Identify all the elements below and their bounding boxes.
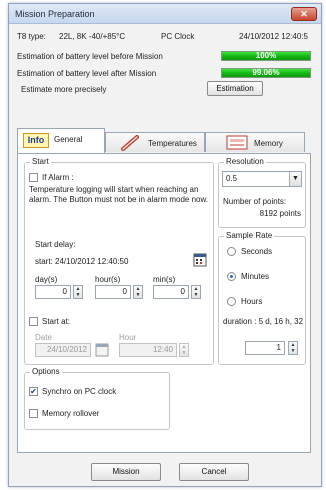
tab-temperatures[interactable]: Temperatures [105, 132, 205, 152]
date-label: Date [35, 333, 52, 342]
start-datetime: start: 24/10/2012 12:40:50 [35, 257, 129, 266]
radio-hours[interactable] [227, 297, 236, 306]
synchro-label: Synchro on PC clock [42, 387, 117, 396]
rollover-label: Memory rollover [42, 409, 100, 418]
mission-preparation-window: Mission Preparation ✕ T8 type: 22L, 8K -… [8, 3, 322, 487]
chevron-down-icon[interactable]: ▼ [289, 172, 301, 186]
battery-after-gauge: 99.06% [221, 68, 311, 78]
battery-before-value: 100% [255, 51, 277, 60]
if-alarm-checkbox[interactable] [29, 173, 38, 182]
start-delay-label: Start delay: [35, 240, 76, 249]
tab-general-label: General [54, 135, 83, 144]
calendar-icon[interactable] [193, 253, 207, 267]
tab-panel-general: Start If Alarm : Temperature logging wil… [17, 153, 311, 453]
sample-rate-stepper[interactable]: ▲ ▼ [288, 341, 298, 355]
days-label: day(s) [35, 275, 58, 284]
tab-memory-label: Memory [254, 139, 283, 148]
hour-stepper[interactable]: ▲ ▼ [179, 343, 189, 357]
start-group: Start If Alarm : Temperature logging wil… [24, 157, 214, 365]
options-group-title: Options [30, 367, 62, 376]
points-value: 8192 points [259, 209, 301, 218]
radio-hours-label: Hours [241, 297, 263, 306]
cancel-button[interactable]: Cancel [179, 463, 249, 481]
days-input[interactable]: 0 [35, 285, 71, 299]
hour-label: Hour [119, 333, 137, 342]
estimation-button[interactable]: Estimation [207, 81, 263, 96]
estimate-precisely-label: Estimate more precisely [21, 85, 107, 94]
start-at-label: Start at: [42, 317, 71, 326]
mins-input[interactable]: 0 [153, 285, 189, 299]
rollover-checkbox[interactable] [29, 409, 38, 418]
device-type-value: 22L, 8K -40/+85°C [59, 32, 126, 41]
sample-rate-input[interactable]: 1 [245, 341, 285, 355]
radio-seconds[interactable] [227, 247, 236, 256]
start-hour-input[interactable]: 12:40 [119, 343, 177, 357]
days-stepper[interactable]: ▲ ▼ [73, 285, 83, 299]
options-group: Options ✔ Synchro on PC clock Memory rol… [24, 367, 170, 430]
synchro-checkbox[interactable]: ✔ [29, 387, 38, 396]
battery-after-label: Estimation of battery level after Missio… [17, 69, 157, 78]
thermometer-icon [121, 135, 139, 151]
mins-label: min(s) [153, 275, 176, 284]
tab-general[interactable]: Info General [17, 128, 105, 153]
battery-before-label: Estimation of battery level before Missi… [17, 52, 163, 61]
battery-before-gauge: 100% [221, 51, 311, 61]
radio-seconds-label: Seconds [241, 247, 273, 256]
hours-label: hour(s) [95, 275, 121, 284]
hours-stepper[interactable]: ▲ ▼ [133, 285, 143, 299]
tab-strip: Info General Temperatures Memory [17, 128, 311, 154]
window-title: Mission Preparation [15, 9, 95, 19]
memory-icon [226, 135, 248, 150]
pc-clock-label: PC Clock [161, 32, 195, 41]
radio-minutes[interactable] [227, 272, 236, 281]
close-button[interactable]: ✕ [291, 7, 317, 21]
pc-clock-value: 24/10/2012 12:40:5 [239, 32, 308, 41]
start-at-checkbox[interactable] [29, 317, 38, 326]
title-bar: Mission Preparation ✕ [9, 4, 321, 24]
duration-text: duration : 5 d, 16 h, 32 [223, 317, 304, 326]
start-group-title: Start [30, 157, 51, 166]
device-type-label: T8 type: [17, 32, 46, 41]
date-picker-icon[interactable] [95, 343, 109, 357]
window-client: T8 type: 22L, 8K -40/+85°C PC Clock 24/1… [9, 25, 321, 486]
mission-button[interactable]: Mission [91, 463, 161, 481]
points-label: Number of points: [223, 197, 287, 206]
resolution-group-title: Resolution [224, 157, 266, 166]
alarm-note: Temperature logging will start when reac… [29, 185, 209, 204]
start-date-input[interactable]: 24/10/2012 [35, 343, 91, 357]
battery-after-value: 99.06% [252, 68, 280, 77]
mins-stepper[interactable]: ▲ ▼ [191, 285, 201, 299]
tab-temperatures-label: Temperatures [148, 139, 197, 148]
radio-minutes-label: Minutes [241, 272, 270, 281]
info-icon: Info [23, 133, 49, 148]
resolution-group: Resolution 0.5 ▼ Number of points: 8192 … [218, 157, 306, 228]
sample-rate-group: Sample Rate Seconds Minutes Hours durati… [218, 231, 306, 365]
sample-rate-group-title: Sample Rate [224, 231, 275, 240]
hours-input[interactable]: 0 [95, 285, 131, 299]
if-alarm-label: If Alarm : [42, 173, 74, 182]
tab-memory[interactable]: Memory [205, 132, 305, 152]
